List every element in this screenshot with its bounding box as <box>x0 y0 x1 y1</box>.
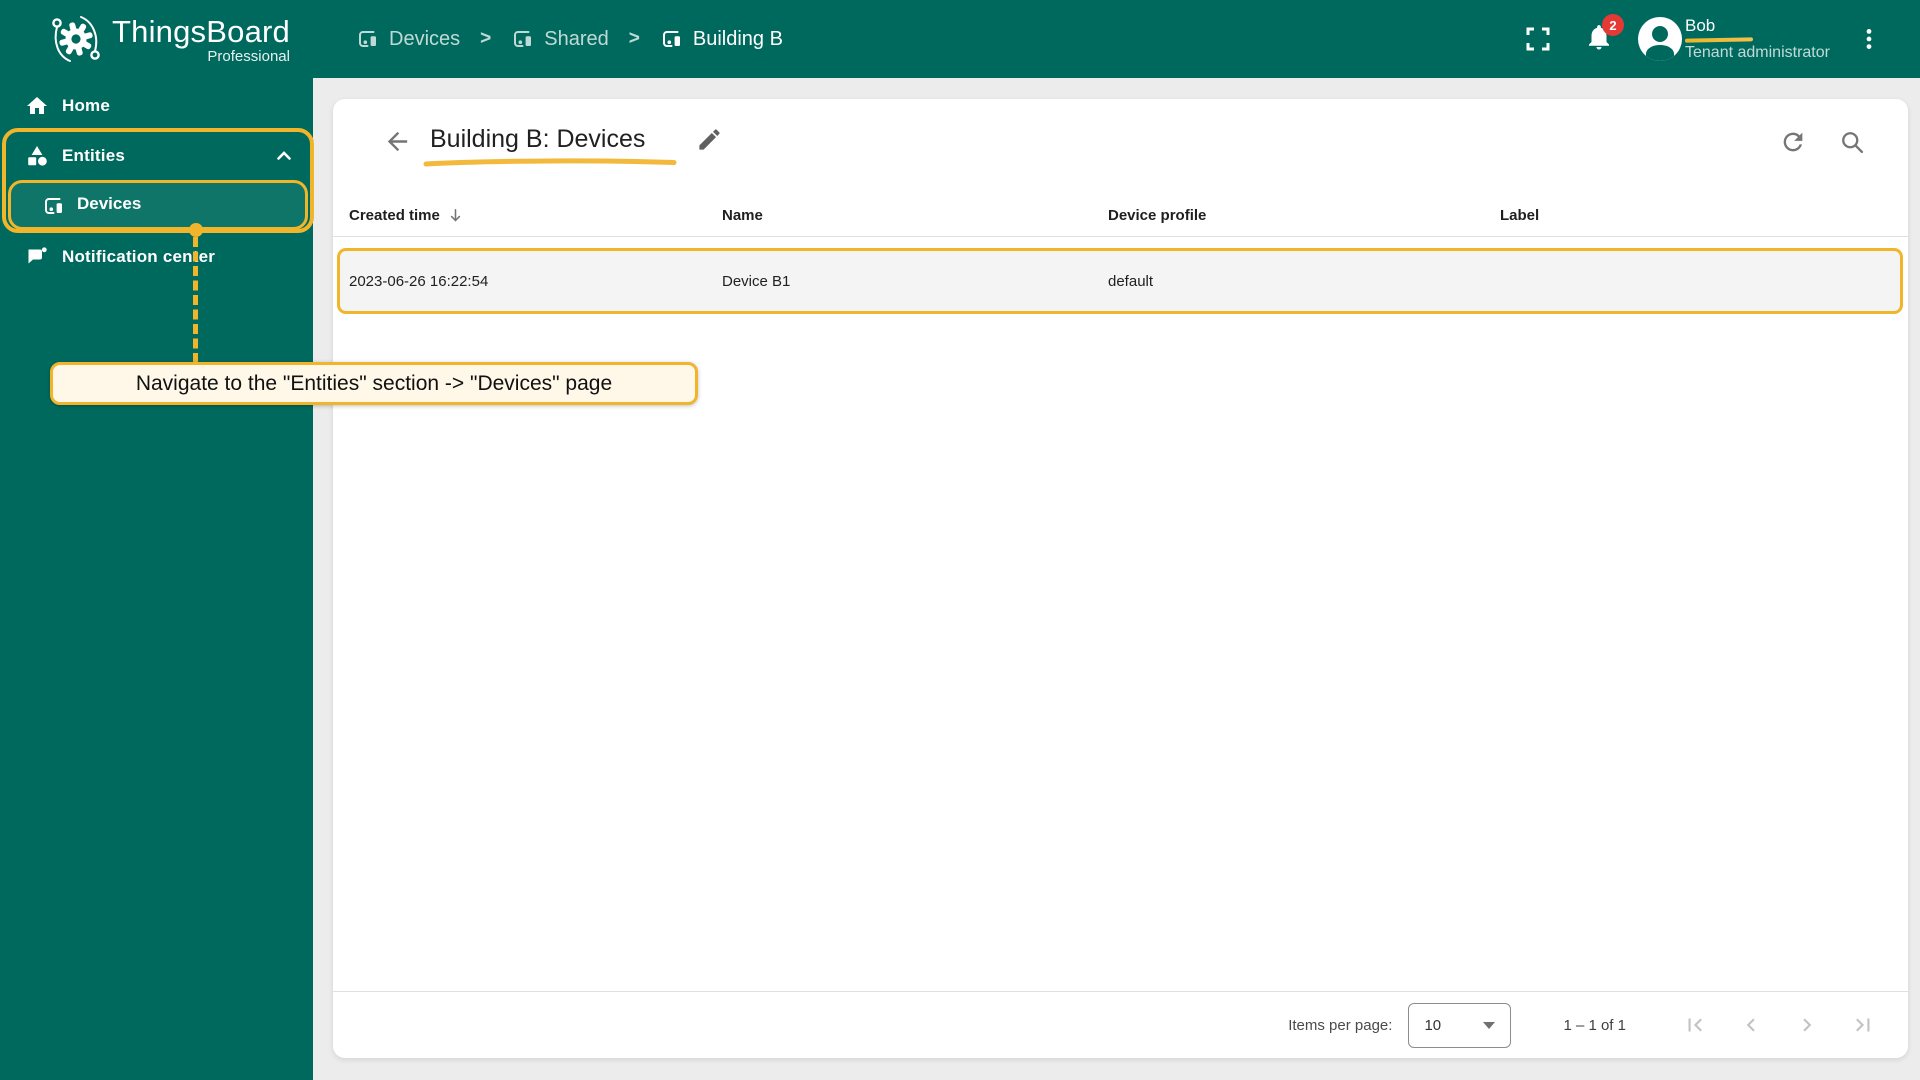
notifications-button[interactable]: 2 <box>1584 14 1624 52</box>
chevron-left-icon <box>1738 1012 1764 1038</box>
table-header-row: Created time Name Device profile Label <box>333 195 1908 237</box>
sidebar-item-notification-center[interactable]: Notification center <box>0 233 313 281</box>
breadcrumb-item-building-b[interactable]: Building B <box>660 27 783 51</box>
edit-title-button[interactable] <box>696 126 723 153</box>
user-name: Bob <box>1685 16 1716 35</box>
card-header: Building B: Devices <box>333 99 1908 195</box>
devices-icon <box>356 27 380 51</box>
column-header-label[interactable]: Label <box>1500 207 1908 224</box>
column-header-name[interactable]: Name <box>722 207 1108 224</box>
breadcrumb: Devices > Shared > Building B <box>356 0 783 78</box>
back-button[interactable] <box>383 127 412 156</box>
sidebar: Home Entities Devices Notification cente… <box>0 78 314 1080</box>
first-page-icon <box>1682 1012 1708 1038</box>
notification-center-icon <box>25 245 49 269</box>
page-title: Building B: Devices <box>430 125 646 153</box>
entities-icon <box>25 144 49 168</box>
pagination-bar: Items per page: 10 1 – 1 of 1 <box>333 991 1908 1058</box>
app-edition: Professional <box>207 47 290 65</box>
fullscreen-button[interactable] <box>1524 25 1552 53</box>
last-page-icon <box>1850 1012 1876 1038</box>
cell-device-profile: default <box>1108 272 1154 290</box>
breadcrumb-separator: > <box>628 28 640 49</box>
app-logo[interactable]: ThingsBoard Professional <box>50 12 290 66</box>
previous-page-button[interactable] <box>1738 1012 1764 1038</box>
annotation-line-dot <box>189 223 203 237</box>
cell-created-time: 2023-06-26 16:22:54 <box>349 272 489 290</box>
user-info[interactable]: Bob Tenant administrator <box>1684 16 1830 62</box>
next-page-button[interactable] <box>1794 1012 1820 1038</box>
arrow-back-icon <box>383 127 412 156</box>
notification-count-badge: 2 <box>1602 14 1624 36</box>
search-icon <box>1838 128 1866 156</box>
search-button[interactable] <box>1838 128 1866 156</box>
sort-descending-icon <box>447 207 464 224</box>
items-per-page-label: Items per page: <box>1288 1016 1393 1034</box>
items-per-page-select[interactable]: 10 <box>1408 1002 1512 1048</box>
devices-card: Building B: Devices Created time Name De… <box>333 99 1908 1058</box>
user-name-annotation-underline <box>1684 37 1754 43</box>
edit-pencil-icon <box>696 126 723 153</box>
topbar: ThingsBoard Professional Devices > Share… <box>0 0 1920 78</box>
devices-icon <box>511 27 535 51</box>
page-title-annotation-underline <box>422 158 678 168</box>
main-content: Building B: Devices Created time Name De… <box>313 78 1920 1080</box>
dropdown-arrow-icon <box>1483 1021 1496 1029</box>
breadcrumb-separator: > <box>480 28 492 49</box>
chevron-up-icon <box>272 144 296 168</box>
devices-icon <box>42 194 66 218</box>
devices-icon <box>660 27 684 51</box>
first-page-button[interactable] <box>1682 1012 1708 1038</box>
home-icon <box>25 94 49 118</box>
avatar[interactable] <box>1638 17 1682 61</box>
cell-name: Device B1 <box>722 272 791 290</box>
column-header-device-profile[interactable]: Device profile <box>1108 207 1500 224</box>
breadcrumb-item-devices[interactable]: Devices <box>356 27 460 51</box>
refresh-button[interactable] <box>1779 128 1807 156</box>
sidebar-item-entities[interactable]: Entities <box>0 132 313 180</box>
last-page-button[interactable] <box>1850 1012 1876 1038</box>
sidebar-item-devices[interactable]: Devices <box>8 180 308 230</box>
column-header-created-time[interactable]: Created time <box>349 207 722 224</box>
breadcrumb-item-shared[interactable]: Shared <box>511 27 609 51</box>
pagination-range: 1 – 1 of 1 <box>1563 1016 1626 1034</box>
thingsboard-logo-icon <box>50 12 102 66</box>
annotation-dashed-line <box>193 237 198 363</box>
sidebar-item-home[interactable]: Home <box>0 82 313 130</box>
more-menu-button[interactable] <box>1856 26 1882 52</box>
user-role: Tenant administrator <box>1685 44 1830 61</box>
more-vert-icon <box>1856 26 1882 52</box>
app-name: ThingsBoard <box>112 13 290 49</box>
table-row-device-b1[interactable]: 2023-06-26 16:22:54 Device B1 default <box>337 248 1903 314</box>
chevron-right-icon <box>1794 1012 1820 1038</box>
annotation-tooltip: Navigate to the "Entities" section -> "D… <box>50 362 698 405</box>
fullscreen-icon <box>1524 25 1552 53</box>
refresh-icon <box>1779 128 1807 156</box>
